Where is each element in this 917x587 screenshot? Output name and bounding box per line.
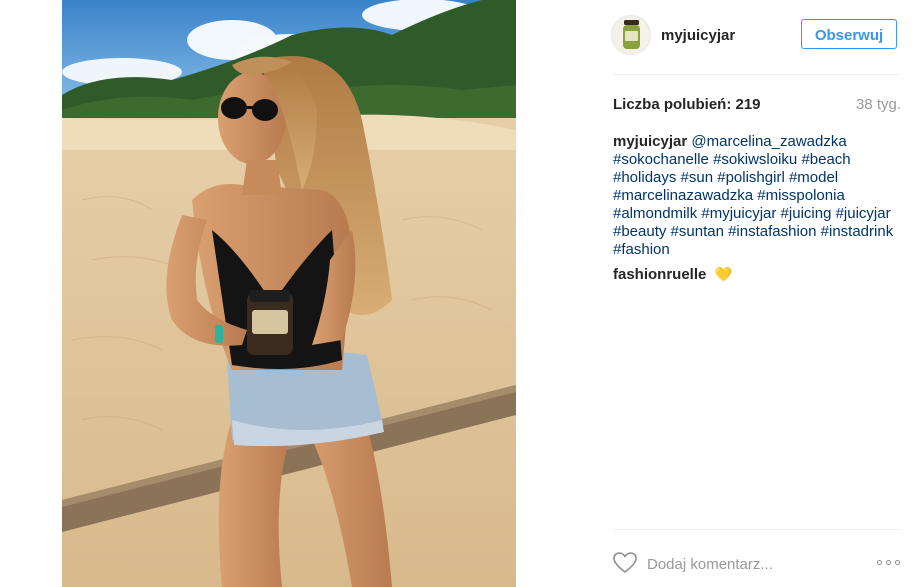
dot bbox=[895, 559, 900, 565]
post-age[interactable]: 38 tyg. bbox=[856, 96, 901, 113]
post-photo[interactable] bbox=[62, 0, 516, 587]
ellipsis-icon[interactable] bbox=[877, 555, 903, 569]
author-avatar[interactable] bbox=[611, 15, 651, 55]
dot bbox=[886, 559, 891, 565]
heart-outline-icon[interactable] bbox=[613, 552, 637, 574]
comment-item: fashionruelle 💛 bbox=[613, 266, 732, 283]
likes-count[interactable]: Liczba polubień: 219 bbox=[613, 96, 761, 113]
action-divider bbox=[613, 529, 901, 530]
header-divider bbox=[613, 74, 901, 75]
follow-button[interactable]: Obserwuj bbox=[801, 19, 897, 49]
post-header: myjuicyjar Obserwuj bbox=[611, 15, 901, 57]
caption-hashtags[interactable]: #sokochanelle #sokiwsloiku #beach #holid… bbox=[613, 151, 893, 258]
caption-mention[interactable]: @marcelina_zawadzka bbox=[691, 133, 846, 150]
dot bbox=[877, 559, 882, 565]
comment-input[interactable] bbox=[647, 553, 857, 575]
comment-username[interactable]: fashionruelle bbox=[613, 266, 706, 283]
post-caption: myjuicyjar @marcelina_zawadzka #sokochan… bbox=[613, 133, 903, 259]
post-side-panel: myjuicyjar Obserwuj Liczba polubień: 219… bbox=[517, 0, 917, 587]
author-username[interactable]: myjuicyjar bbox=[661, 27, 735, 44]
comment-text: 💛 bbox=[714, 266, 732, 282]
caption-username[interactable]: myjuicyjar bbox=[613, 133, 687, 150]
